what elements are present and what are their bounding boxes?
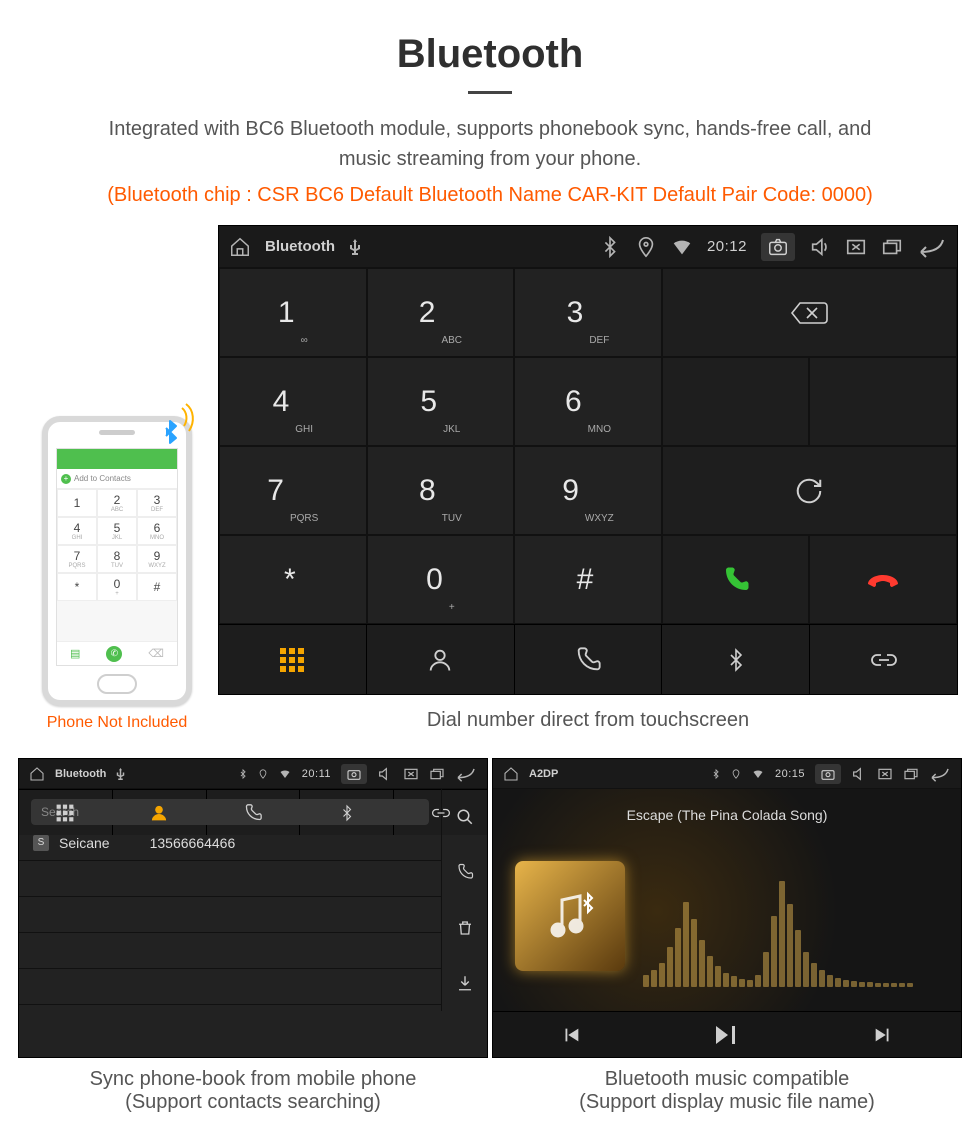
music-panel: A2DP 20:15 Escape (The Pina Colada Song) — [492, 758, 962, 1058]
back-icon[interactable] — [929, 766, 951, 782]
title-underline — [468, 91, 512, 94]
statusbar: Bluetooth 20:12 — [219, 226, 957, 268]
dial-key-4[interactable]: 4GHI — [219, 357, 367, 446]
usb-icon — [116, 768, 125, 780]
recent-apps-icon[interactable] — [429, 766, 445, 782]
bluetooth-status-icon — [238, 767, 248, 781]
app-title: A2DP — [529, 768, 558, 780]
bluetooth-specs: (Bluetooth chip : CSR BC6 Default Blueto… — [0, 184, 980, 207]
dialer-panel: Bluetooth 20:12 1∞2ABC3DEF — [218, 225, 958, 695]
dial-key-0[interactable]: 0+ — [367, 535, 515, 624]
phone-not-included-label: Phone Not Included — [22, 714, 212, 732]
page-title: Bluetooth — [0, 32, 980, 77]
home-icon[interactable] — [29, 766, 45, 782]
contact-badge: S — [33, 835, 49, 851]
wifi-icon — [278, 768, 292, 780]
dial-key-8[interactable]: 8TUV — [367, 446, 515, 535]
location-icon — [731, 767, 741, 781]
backspace-key[interactable] — [662, 268, 957, 357]
side-call-icon[interactable] — [442, 845, 487, 901]
side-download-icon[interactable] — [442, 956, 487, 1012]
prev-track-button[interactable] — [493, 1012, 649, 1057]
clock: 20:12 — [707, 238, 747, 255]
screenshot-icon[interactable] — [815, 764, 841, 784]
recent-apps-icon[interactable] — [881, 236, 903, 258]
dial-key-7[interactable]: 7PQRS — [219, 446, 367, 535]
volume-icon[interactable] — [377, 766, 393, 782]
nav-recent[interactable] — [514, 625, 662, 694]
phonebook-caption: Sync phone-book from mobile phone(Suppor… — [18, 1068, 488, 1114]
screenshot-icon[interactable] — [341, 764, 367, 784]
phone-add-contacts: +Add to Contacts — [57, 469, 177, 489]
contact-number: 13566664466 — [150, 835, 236, 851]
dial-key-3[interactable]: 3DEF — [514, 268, 662, 357]
dial-key-#[interactable]: # — [514, 535, 662, 624]
wifi-icon — [671, 236, 693, 258]
home-icon[interactable] — [503, 766, 519, 782]
dial-key-2[interactable]: 2ABC — [367, 268, 515, 357]
wifi-icon — [751, 768, 765, 780]
phone-dial-icon: ✆ — [106, 646, 122, 662]
call-key[interactable] — [662, 535, 810, 624]
volume-icon[interactable] — [809, 236, 831, 258]
music-caption: Bluetooth music compatible(Support displ… — [492, 1068, 962, 1114]
dial-key-*[interactable]: * — [219, 535, 367, 624]
recent-apps-icon[interactable] — [903, 766, 919, 782]
song-title: Escape (The Pina Colada Song) — [511, 807, 943, 823]
redial-key[interactable] — [662, 446, 957, 535]
nav-contacts[interactable] — [366, 625, 514, 694]
bottom-nav — [219, 624, 957, 694]
visualizer — [643, 869, 939, 987]
album-art — [515, 861, 625, 971]
dial-key-6[interactable]: 6MNO — [514, 357, 662, 446]
home-icon[interactable] — [229, 236, 251, 258]
location-icon — [635, 236, 657, 258]
search-input[interactable]: Search — [31, 799, 429, 825]
hangup-key[interactable] — [809, 535, 957, 624]
screenshot-icon[interactable] — [761, 233, 795, 261]
contact-row[interactable]: S Seicane 13566664466 — [19, 825, 441, 861]
app-title: Bluetooth — [55, 768, 106, 780]
nav-pair[interactable] — [809, 625, 957, 694]
contact-name: Seicane — [59, 835, 110, 851]
bluetooth-status-icon — [599, 236, 621, 258]
phonebook-panel: Bluetooth 20:11 Search — [18, 758, 488, 1058]
play-pause-button[interactable] — [649, 1012, 805, 1057]
smartphone-mockup: +Add to Contacts 12ABC3DEF 4GHI5JKL6MNO … — [42, 416, 192, 706]
music-controls — [493, 1011, 961, 1057]
next-track-button[interactable] — [805, 1012, 961, 1057]
app-title: Bluetooth — [265, 238, 335, 255]
dial-key-1[interactable]: 1∞ — [219, 268, 367, 357]
empty-key — [662, 357, 810, 446]
volume-icon[interactable] — [851, 766, 867, 782]
dial-key-5[interactable]: 5JKL — [367, 357, 515, 446]
side-delete-icon[interactable] — [442, 900, 487, 956]
page-subtitle: Integrated with BC6 Bluetooth module, su… — [80, 114, 900, 174]
close-app-icon[interactable] — [877, 766, 893, 782]
back-icon[interactable] — [455, 766, 477, 782]
usb-icon — [349, 239, 361, 255]
nav-bluetooth[interactable] — [661, 625, 809, 694]
bluetooth-signal-icon — [156, 402, 200, 451]
dialer-caption: Dial number direct from touchscreen — [218, 709, 958, 732]
bluetooth-status-icon — [711, 767, 721, 781]
nav-dialpad[interactable] — [219, 625, 366, 694]
empty-key — [809, 357, 957, 446]
clock: 20:11 — [302, 768, 331, 780]
close-app-icon[interactable] — [403, 766, 419, 782]
dial-key-9[interactable]: 9WXYZ — [514, 446, 662, 535]
back-icon[interactable] — [917, 236, 947, 258]
phone-keypad: 12ABC3DEF 4GHI5JKL6MNO 7PQRS8TUV9WXYZ *0… — [57, 489, 177, 601]
clock: 20:15 — [775, 768, 805, 780]
location-icon — [258, 767, 268, 781]
close-app-icon[interactable] — [845, 236, 867, 258]
